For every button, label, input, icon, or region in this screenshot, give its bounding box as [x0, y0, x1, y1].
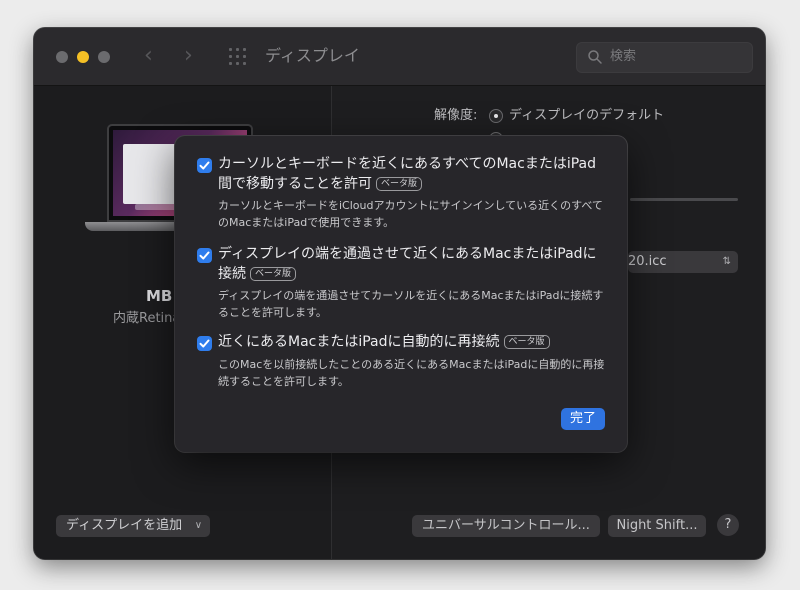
window-title: ディスプレイ: [265, 46, 360, 65]
beta-badge: ベータ版: [503, 335, 550, 349]
night-shift-button[interactable]: Night Shift...: [608, 515, 706, 537]
option-description-push-through-edge: ディスプレイの端を通過させてカーソルを近くにあるMacまたはiPadに接続するこ…: [218, 289, 604, 319]
allow-cursor-keyboard-checkbox[interactable]: [197, 158, 212, 173]
universal-control-sheet: カーソルとキーボードを近くにあるすべてのMacまたはiPad間で移動することを許…: [175, 136, 627, 452]
title-bar: ‹ › ディスプレイ 検索: [34, 28, 765, 86]
option-title-push-through-edge: ディスプレイの端を通過させて近くにあるMacまたはiPadに接続 ベータ版: [218, 244, 603, 284]
close-window-button[interactable]: [56, 51, 68, 63]
help-button[interactable]: ?: [717, 514, 739, 536]
checkmark-icon: [199, 339, 210, 348]
back-chevron-icon[interactable]: ‹: [144, 41, 153, 71]
option-title-auto-reconnect: 近くにあるMacまたはiPadに自動的に再接続 ベータ版: [218, 332, 603, 352]
option-title-text: 近くにあるMacまたはiPadに自動的に再接続: [218, 334, 500, 350]
add-display-popup-button[interactable]: ディスプレイを追加 ∨: [56, 515, 211, 537]
resolution-label: 解像度:: [434, 108, 478, 123]
zoom-window-button[interactable]: [98, 51, 110, 63]
add-display-label: ディスプレイを追加: [66, 518, 183, 533]
minimize-window-button[interactable]: [77, 51, 89, 63]
done-button[interactable]: 完了: [561, 408, 605, 430]
beta-badge: ベータ版: [250, 267, 297, 281]
auto-reconnect-checkbox[interactable]: [197, 336, 212, 351]
search-field[interactable]: 検索: [576, 42, 753, 73]
resolution-default-label: ディスプレイのデフォルト: [509, 108, 665, 123]
display-subtitle: 内蔵Retina: [113, 311, 181, 326]
brightness-slider[interactable]: [630, 198, 738, 201]
show-all-grid-icon[interactable]: [229, 48, 247, 66]
option-description-cursor-keyboard: カーソルとキーボードをiCloudアカウントにサインインしている近くのすべてのM…: [218, 199, 603, 229]
resolution-default-radio[interactable]: [489, 109, 503, 123]
search-icon: [588, 50, 602, 64]
beta-badge: ベータ版: [376, 177, 423, 191]
chevron-down-icon: ∨: [194, 520, 203, 531]
checkmark-icon: [199, 161, 210, 170]
color-profile-value: 20.icc: [628, 254, 667, 269]
color-profile-select[interactable]: 20.icc ⇅: [628, 251, 738, 273]
updown-chevron-icon: ⇅: [722, 256, 731, 267]
push-through-edge-checkbox[interactable]: [197, 248, 212, 263]
checkmark-icon: [199, 251, 210, 260]
forward-chevron-icon[interactable]: ›: [184, 41, 193, 71]
universal-control-button[interactable]: ユニバーサルコントロール...: [412, 515, 600, 537]
search-placeholder: 検索: [610, 49, 637, 64]
option-description-auto-reconnect: このMacを以前接続したことのある近くにあるMacまたはiPadに自動的に再接続…: [218, 358, 605, 388]
option-title-cursor-keyboard: カーソルとキーボードを近くにあるすべてのMacまたはiPad間で移動することを許…: [218, 154, 598, 194]
